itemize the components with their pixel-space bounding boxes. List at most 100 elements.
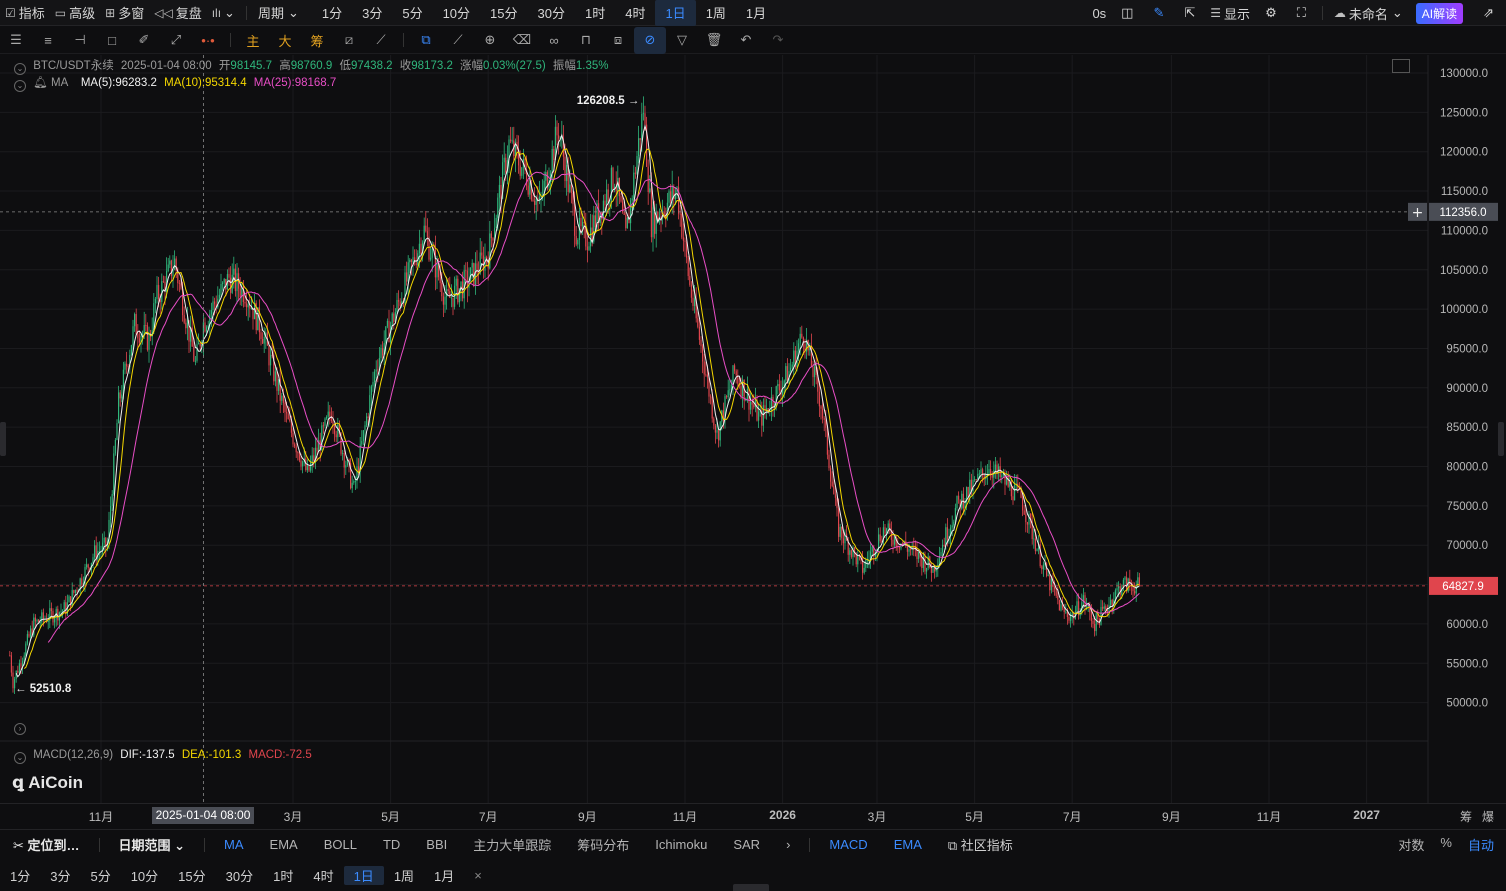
- settings-icon[interactable]: ⚙: [1255, 0, 1287, 26]
- bottom-panel-handle[interactable]: [733, 884, 769, 891]
- interval-2[interactable]: 5分: [80, 866, 120, 885]
- interval-9[interactable]: 1周: [384, 866, 424, 885]
- brush-icon[interactable]: ✐: [128, 27, 160, 54]
- undo-icon[interactable]: ↶: [730, 27, 762, 54]
- interval-4[interactable]: 15分: [168, 866, 215, 885]
- interval-5[interactable]: 30分: [528, 0, 575, 26]
- auto-scale-toggle[interactable]: 自动: [1460, 835, 1506, 854]
- interval-4[interactable]: 15分: [480, 0, 527, 26]
- interval-1[interactable]: 3分: [352, 0, 392, 26]
- explode-label[interactable]: 爆: [1482, 808, 1494, 825]
- indicators-button[interactable]: ☑ 指标: [0, 0, 50, 26]
- camera-icon[interactable]: ◫: [1111, 0, 1143, 26]
- measure-icon[interactable]: ⟋: [365, 27, 397, 54]
- interval-0[interactable]: 1分: [0, 866, 40, 885]
- left-panel-handle[interactable]: [0, 422, 6, 456]
- interval-3[interactable]: 10分: [121, 866, 168, 885]
- link-icon[interactable]: ⊘: [634, 26, 666, 54]
- candle-body: [1105, 606, 1107, 610]
- trash-icon[interactable]: 🗑: [698, 27, 730, 54]
- ray-icon[interactable]: ⤢: [160, 27, 192, 54]
- eye-icon[interactable]: ⌄: [14, 80, 26, 92]
- bell-icon[interactable]: 🔔︎: [33, 77, 48, 89]
- interval-10[interactable]: 1月: [424, 866, 464, 885]
- magnet-icon[interactable]: ∞: [538, 27, 570, 54]
- candle-body: [726, 396, 728, 398]
- indicator-bbi[interactable]: BBI: [413, 837, 460, 852]
- eye-icon[interactable]: ⌄: [14, 752, 26, 764]
- expand-icon[interactable]: ⇗: [1471, 0, 1506, 26]
- price-chart[interactable]: 130000.0 125000.0 120000.0 115000.0 110000.0…: [0, 55, 1506, 803]
- interval-6[interactable]: 1时: [263, 866, 303, 885]
- interval-3[interactable]: 10分: [433, 0, 480, 26]
- menu-icon[interactable]: ☰: [0, 27, 32, 54]
- log-scale-toggle[interactable]: 对数: [1390, 835, 1432, 854]
- community-indicators[interactable]: ⧉ 社区指标: [935, 835, 1026, 854]
- more-indicators-icon[interactable]: ›: [773, 837, 803, 852]
- share-icon[interactable]: ⇱: [1174, 0, 1205, 26]
- eraser-icon[interactable]: ⌫: [506, 27, 538, 54]
- interval-8[interactable]: 1日: [343, 865, 384, 885]
- eye-icon[interactable]: ⌄: [14, 63, 26, 75]
- display-button[interactable]: ☰ 显示: [1205, 0, 1255, 26]
- percent-scale-toggle[interactable]: %: [1432, 835, 1460, 854]
- template-icon[interactable]: ⧈: [602, 27, 634, 54]
- divider: [809, 837, 811, 852]
- date-range-dropdown[interactable]: 日期范围 ⌄: [106, 835, 199, 854]
- indicator-macd[interactable]: MACD: [816, 837, 880, 852]
- advanced-button[interactable]: ▭ 高级: [50, 0, 100, 26]
- interval-0[interactable]: 1分: [312, 0, 352, 26]
- indicator-ma[interactable]: MA: [211, 837, 257, 852]
- interval-10[interactable]: 1月: [736, 0, 776, 26]
- big-order-button[interactable]: 大: [269, 27, 301, 54]
- pencil-icon[interactable]: ✎: [1143, 0, 1174, 26]
- interval-2[interactable]: 5分: [392, 0, 432, 26]
- zoom-icon[interactable]: ⊕: [474, 27, 506, 54]
- time-axis[interactable]: 11月 3月 5月 7月 9月 11月 2026 3月 5月 7月 9月 11月 2027 2025-0…: [0, 803, 1506, 825]
- interval-5[interactable]: 30分: [216, 866, 263, 885]
- collapse-pane-button[interactable]: ›: [14, 720, 30, 735]
- right-panel-handle[interactable]: [1498, 422, 1504, 456]
- interval-9[interactable]: 1周: [696, 0, 736, 26]
- indicator-chip-dist[interactable]: 筹码分布: [564, 835, 642, 854]
- chart-type-dropdown[interactable]: ılı ⌄: [207, 0, 240, 26]
- copy-icon[interactable]: ⧉: [410, 27, 442, 54]
- layout-name-dropdown[interactable]: ☁ 未命名 ⌄: [1329, 0, 1408, 26]
- lock-icon[interactable]: ⊓: [570, 27, 602, 54]
- indicator-boll[interactable]: BOLL: [311, 837, 370, 852]
- interval-1[interactable]: 3分: [40, 866, 80, 885]
- chips-button[interactable]: 筹: [301, 27, 333, 54]
- replay-button[interactable]: ◁◁ 复盘: [149, 0, 206, 26]
- multi-window-button[interactable]: ⊞ 多窗: [100, 0, 149, 26]
- trend-line-icon[interactable]: ⊣: [64, 27, 96, 54]
- chips-label[interactable]: 筹: [1460, 808, 1472, 825]
- interval-8[interactable]: 1日: [655, 0, 696, 26]
- interval-6[interactable]: 1时: [575, 0, 615, 26]
- dots-icon[interactable]: •·•: [192, 27, 224, 54]
- y-tick-label: 110000.0: [1441, 225, 1488, 237]
- crop-icon[interactable]: ⧄: [333, 27, 365, 54]
- indicator-td[interactable]: TD: [370, 837, 413, 852]
- chart-canvas[interactable]: 130000.0 125000.0 120000.0 115000.0 110000.0…: [0, 55, 1506, 803]
- filter-icon[interactable]: ▽: [666, 27, 698, 54]
- rectangle-icon[interactable]: □: [96, 27, 128, 54]
- maximize-icon[interactable]: [1392, 59, 1410, 73]
- interval-7[interactable]: 4时: [303, 866, 343, 885]
- drawing-toolbar: ☰ ≡ ⊣ □ ✐ ⤢ •·• 主 大 筹 ⧄ ⟋ ⧉ ⟋ ⊕ ⌫ ∞ ⊓ ⧈ …: [0, 26, 1506, 54]
- indicator-ema-sub[interactable]: EMA: [881, 837, 935, 852]
- indicator-big-order[interactable]: 主力大单跟踪: [460, 835, 564, 854]
- redo-icon[interactable]: ↷: [762, 27, 794, 54]
- hlines-icon[interactable]: ≡: [32, 27, 64, 54]
- period-dropdown[interactable]: 周期 ⌄: [253, 0, 304, 26]
- indicator-sar[interactable]: SAR: [720, 837, 773, 852]
- ai-read-button[interactable]: AI解读: [1415, 2, 1464, 24]
- candle-body: [556, 126, 558, 136]
- indicator-ema[interactable]: EMA: [257, 837, 311, 852]
- indicator-ichimoku[interactable]: Ichimoku: [642, 837, 720, 852]
- locate-button[interactable]: ✂ 定位到…: [0, 835, 93, 854]
- interval-7[interactable]: 4时: [615, 0, 655, 26]
- main-indicator-button[interactable]: 主: [237, 27, 269, 54]
- fullscreen-icon[interactable]: ⛶: [1287, 0, 1316, 26]
- close-icon[interactable]: ×: [464, 868, 492, 883]
- ruler-icon[interactable]: ⟋: [442, 27, 474, 54]
